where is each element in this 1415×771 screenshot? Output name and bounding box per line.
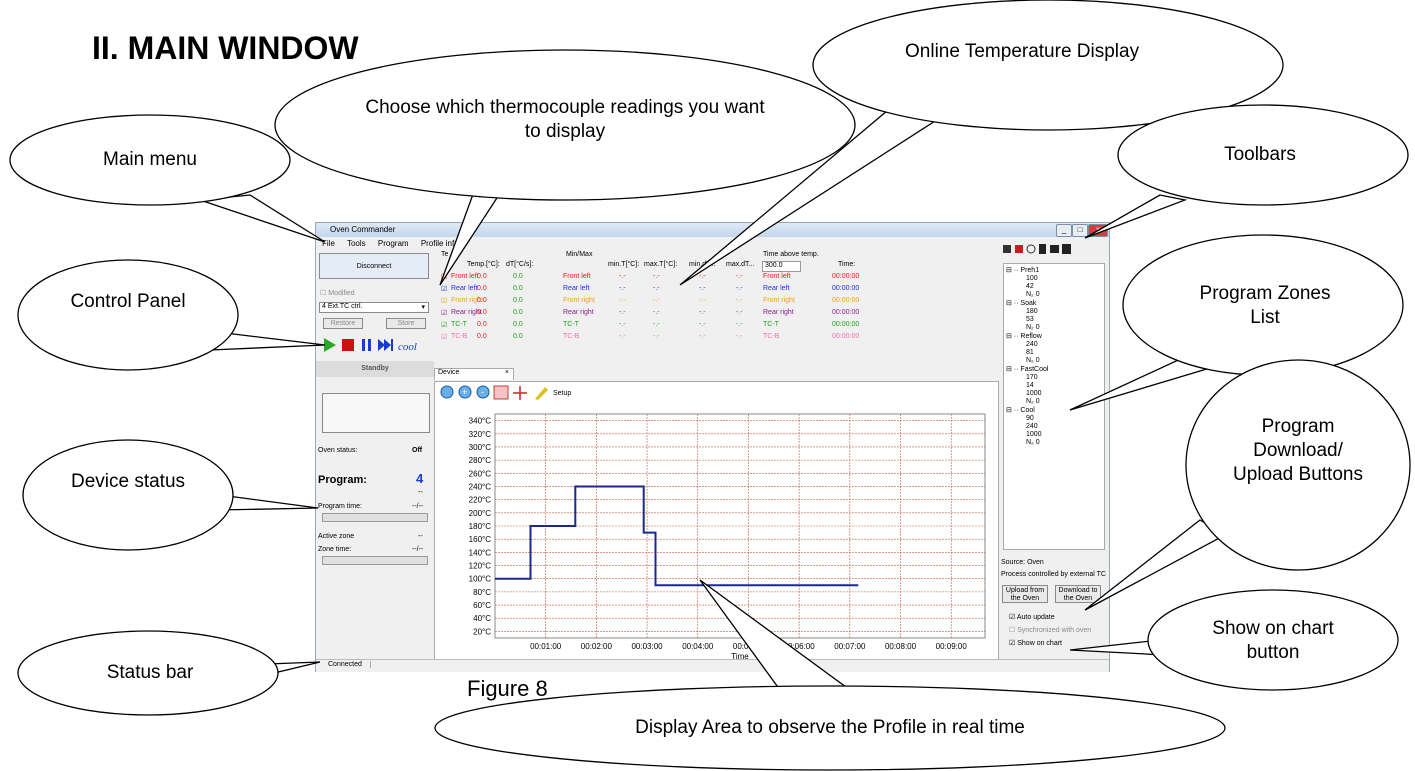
callout-text-main-menu: Main menu (103, 149, 197, 170)
callout-text-program-download: Program Download/ Upload Buttons (1233, 416, 1363, 485)
callout-text-control-panel: Control Panel (70, 291, 186, 312)
callout-control-panel (17, 259, 239, 371)
callout-text-status-bar: Status bar (106, 662, 194, 683)
callout-text-online-temp: Online Temperature Display (905, 41, 1140, 62)
callout-text-device-status: Device status (70, 471, 186, 492)
callout-text-display-area: Display Area to observe the Profile in r… (635, 717, 1025, 738)
figure-caption: Figure 8 (467, 676, 548, 701)
callout-text-toolbars: Toolbars (1224, 144, 1296, 165)
callout-pointer-main-menu (199, 194, 326, 243)
callout-text-thermocouple: Choose which thermocouple readings you w… (365, 97, 765, 142)
callout-text-program-zones: Program Zones List (1199, 283, 1331, 328)
callout-device-status (22, 439, 234, 551)
callout-text-show-on-chart: Show on chart button (1212, 618, 1334, 663)
